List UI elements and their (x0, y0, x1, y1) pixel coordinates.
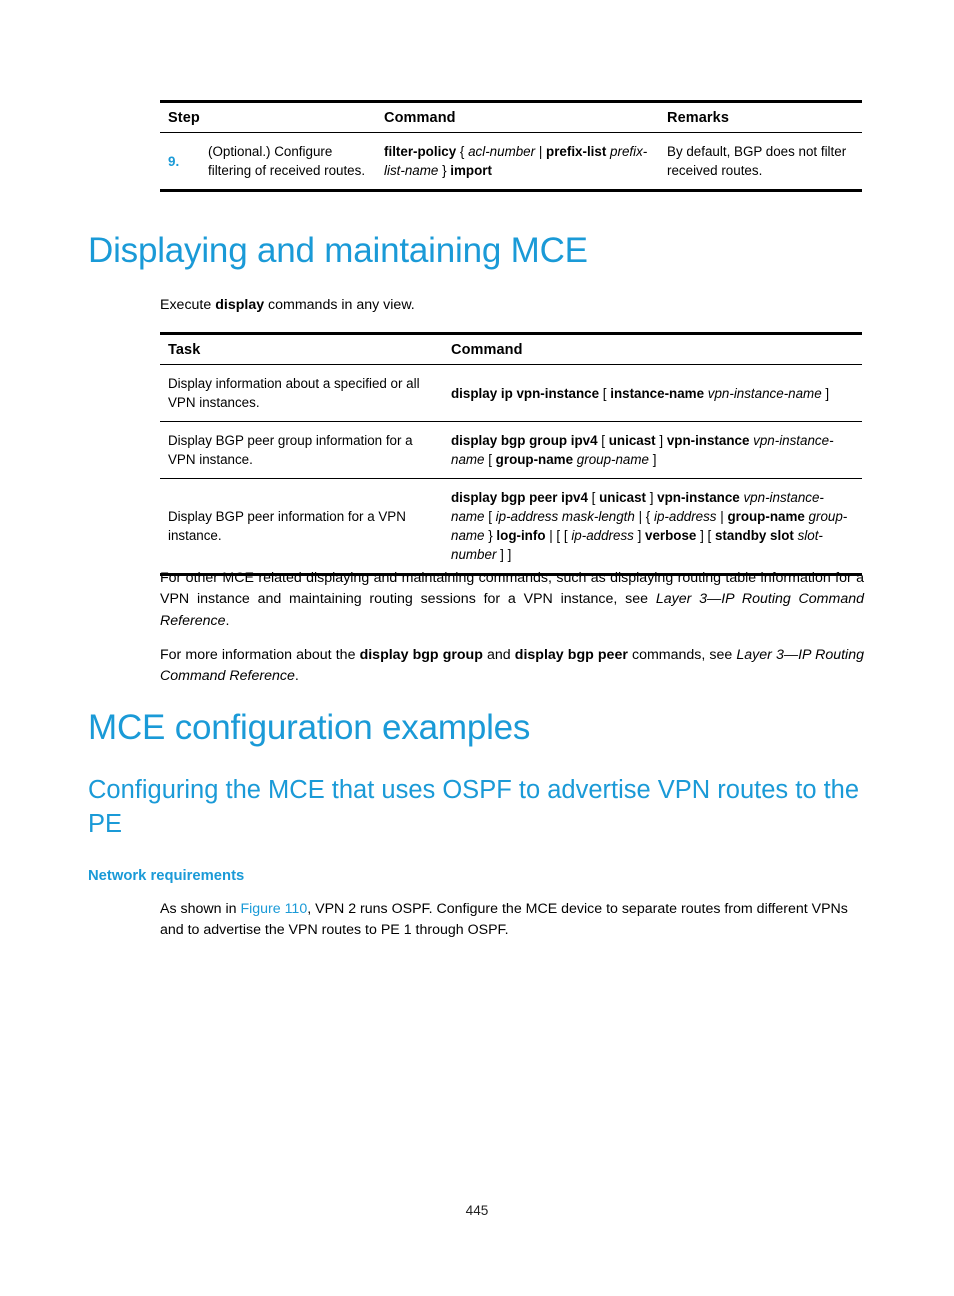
section-heading-displaying-maintaining: Displaying and maintaining MCE (88, 231, 588, 270)
paragraph-more-information: For more information about the display b… (160, 647, 864, 685)
task-command: display ip vpn-instance [ instance-name … (443, 364, 862, 423)
subsection-heading-configuring-mce-ospf: Configuring the MCE that uses OSPF to ad… (88, 776, 860, 838)
task-command-table: Task Command Display information about a… (160, 332, 862, 577)
document-page: Step Command Remarks 9. (Optional.) Conf… (0, 0, 954, 1296)
column-header-remarks: Remarks (659, 100, 863, 133)
section-heading-mce-configuration-examples: MCE configuration examples (88, 708, 531, 747)
task-description: Display information about a specified or… (160, 364, 443, 423)
step-description: (Optional.) Configure filtering of recei… (200, 132, 377, 193)
table-header-row: Task Command (160, 332, 862, 365)
table-row: Display information about a specified or… (160, 364, 862, 423)
step-command: filter-policy { acl-number | prefix-list… (376, 132, 660, 193)
step-number: 9. (160, 132, 200, 193)
heading-network-requirements: Network requirements (88, 868, 245, 884)
table-row: Display BGP peer group information for a… (160, 421, 862, 480)
table-header-row: Step Command Remarks (160, 100, 863, 133)
table-row: Display BGP peer information for a VPN i… (160, 478, 862, 577)
table-row: 9. (Optional.) Configure filtering of re… (160, 132, 863, 193)
column-header-command: Command (376, 100, 660, 133)
task-command: display bgp peer ipv4 [ unicast ] vpn-in… (443, 478, 862, 577)
page-number: 445 (465, 1203, 489, 1218)
task-command: display bgp group ipv4 [ unicast ] vpn-i… (443, 421, 862, 480)
column-header-command: Command (443, 332, 862, 365)
column-header-task: Task (160, 332, 443, 365)
task-description: Display BGP peer group information for a… (160, 421, 443, 480)
step-remarks: By default, BGP does not filter received… (659, 132, 863, 193)
column-header-step: Step (160, 100, 377, 133)
paragraph-network-requirements: As shown in Figure 110, VPN 2 runs OSPF.… (160, 901, 848, 939)
paragraph-other-mce-commands: For other MCE related displaying and mai… (160, 570, 864, 629)
step-command-remarks-table: Step Command Remarks 9. (Optional.) Conf… (160, 100, 863, 193)
execute-display-intro: Execute display commands in any view. (160, 297, 415, 313)
task-description: Display BGP peer information for a VPN i… (160, 478, 443, 577)
